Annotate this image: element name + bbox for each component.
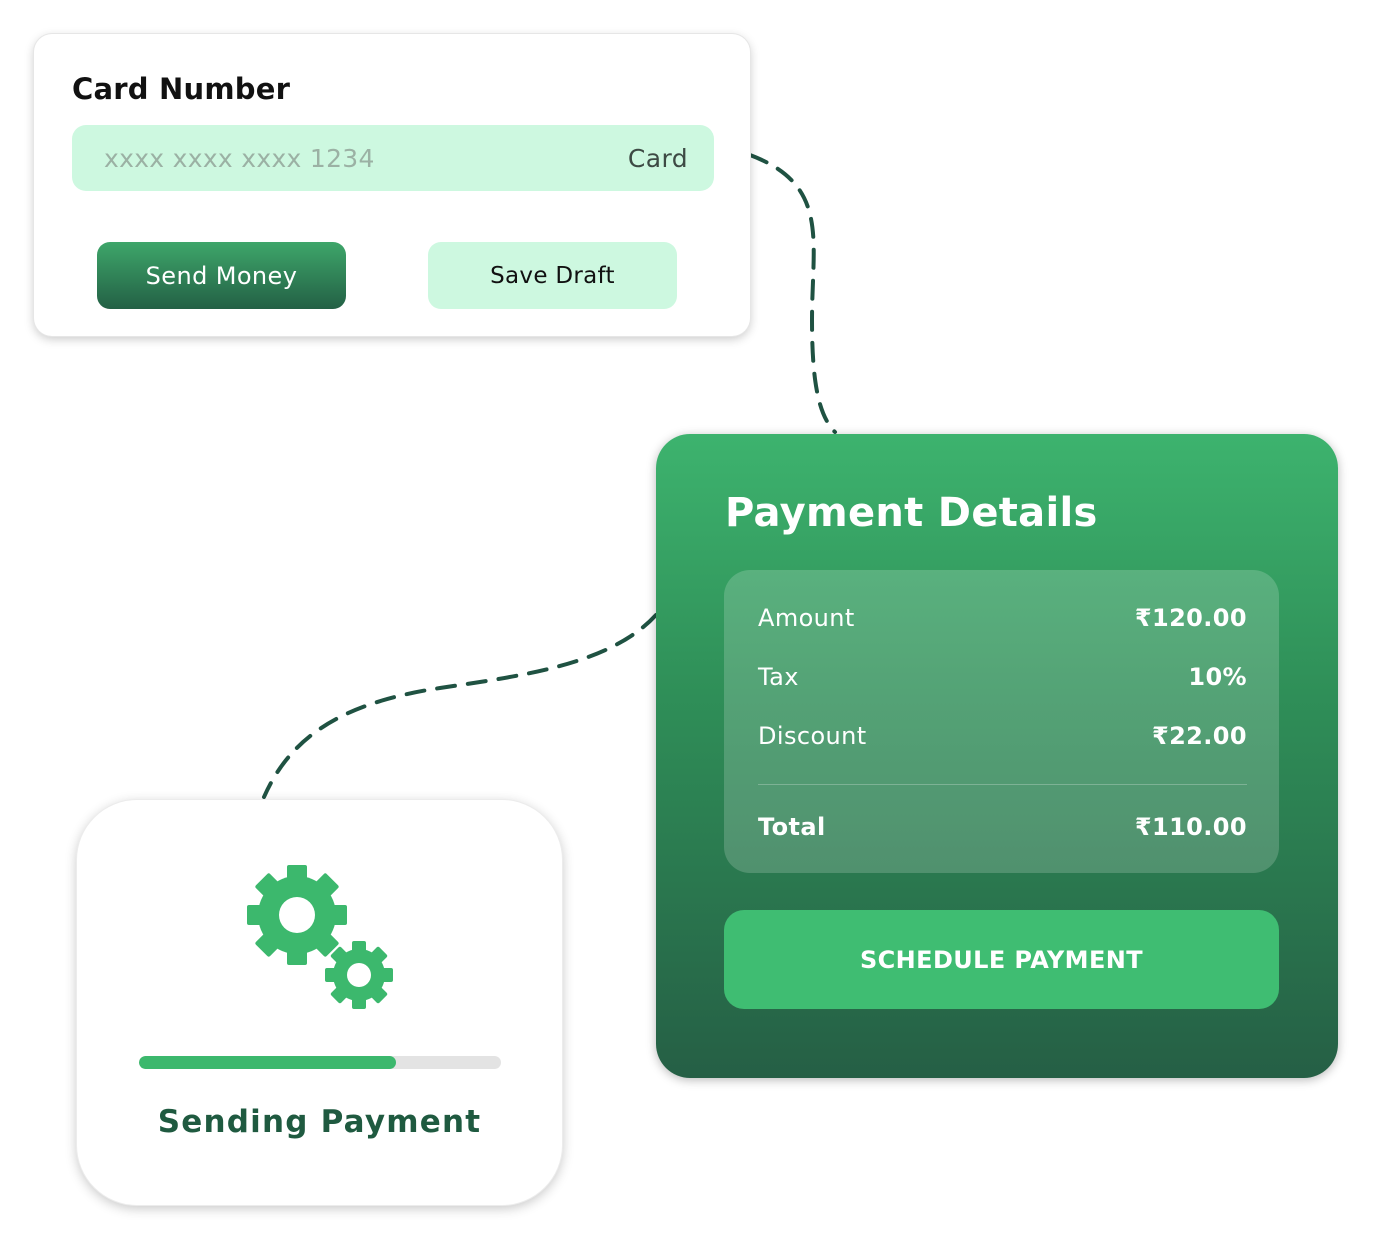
sending-progress-bar <box>139 1056 501 1069</box>
send-money-button[interactable]: Send Money <box>97 242 346 309</box>
payment-details-title: Payment Details <box>725 490 1098 536</box>
total-row: Total ₹110.00 <box>758 813 1247 841</box>
discount-value: ₹22.00 <box>1151 722 1247 750</box>
discount-row: Discount ₹22.00 <box>758 722 1247 750</box>
schedule-payment-button[interactable]: SCHEDULE PAYMENT <box>724 910 1279 1009</box>
discount-label: Discount <box>758 722 867 750</box>
tax-value: 10% <box>1188 663 1247 691</box>
total-label: Total <box>758 813 826 841</box>
amount-label: Amount <box>758 604 855 632</box>
payment-summary-panel: Amount ₹120.00 Tax 10% Discount ₹22.00 T… <box>724 570 1279 873</box>
connector-card-to-details <box>748 153 837 434</box>
sending-payment-card: Sending Payment <box>77 800 562 1205</box>
payment-details-card: Payment Details Amount ₹120.00 Tax 10% D… <box>656 434 1338 1078</box>
card-number-panel: Card Number xxxx xxxx xxxx 1234 Card Sen… <box>34 34 750 336</box>
card-number-input[interactable]: xxxx xxxx xxxx 1234 Card <box>72 125 714 191</box>
amount-value: ₹120.00 <box>1134 604 1247 632</box>
tax-row: Tax 10% <box>758 663 1247 691</box>
sending-payment-label: Sending Payment <box>157 1104 482 1140</box>
gears-icon <box>247 865 393 1009</box>
amount-row: Amount ₹120.00 <box>758 604 1247 632</box>
summary-divider <box>758 784 1247 785</box>
tax-label: Tax <box>758 663 799 691</box>
card-type-label: Card <box>627 143 688 173</box>
card-number-label: Card Number <box>72 72 291 106</box>
sending-progress-fill <box>139 1056 397 1069</box>
total-value: ₹110.00 <box>1134 813 1247 841</box>
card-number-placeholder: xxxx xxxx xxxx 1234 <box>104 143 375 173</box>
save-draft-button[interactable]: Save Draft <box>428 242 677 309</box>
connector-details-to-sending <box>262 613 658 799</box>
